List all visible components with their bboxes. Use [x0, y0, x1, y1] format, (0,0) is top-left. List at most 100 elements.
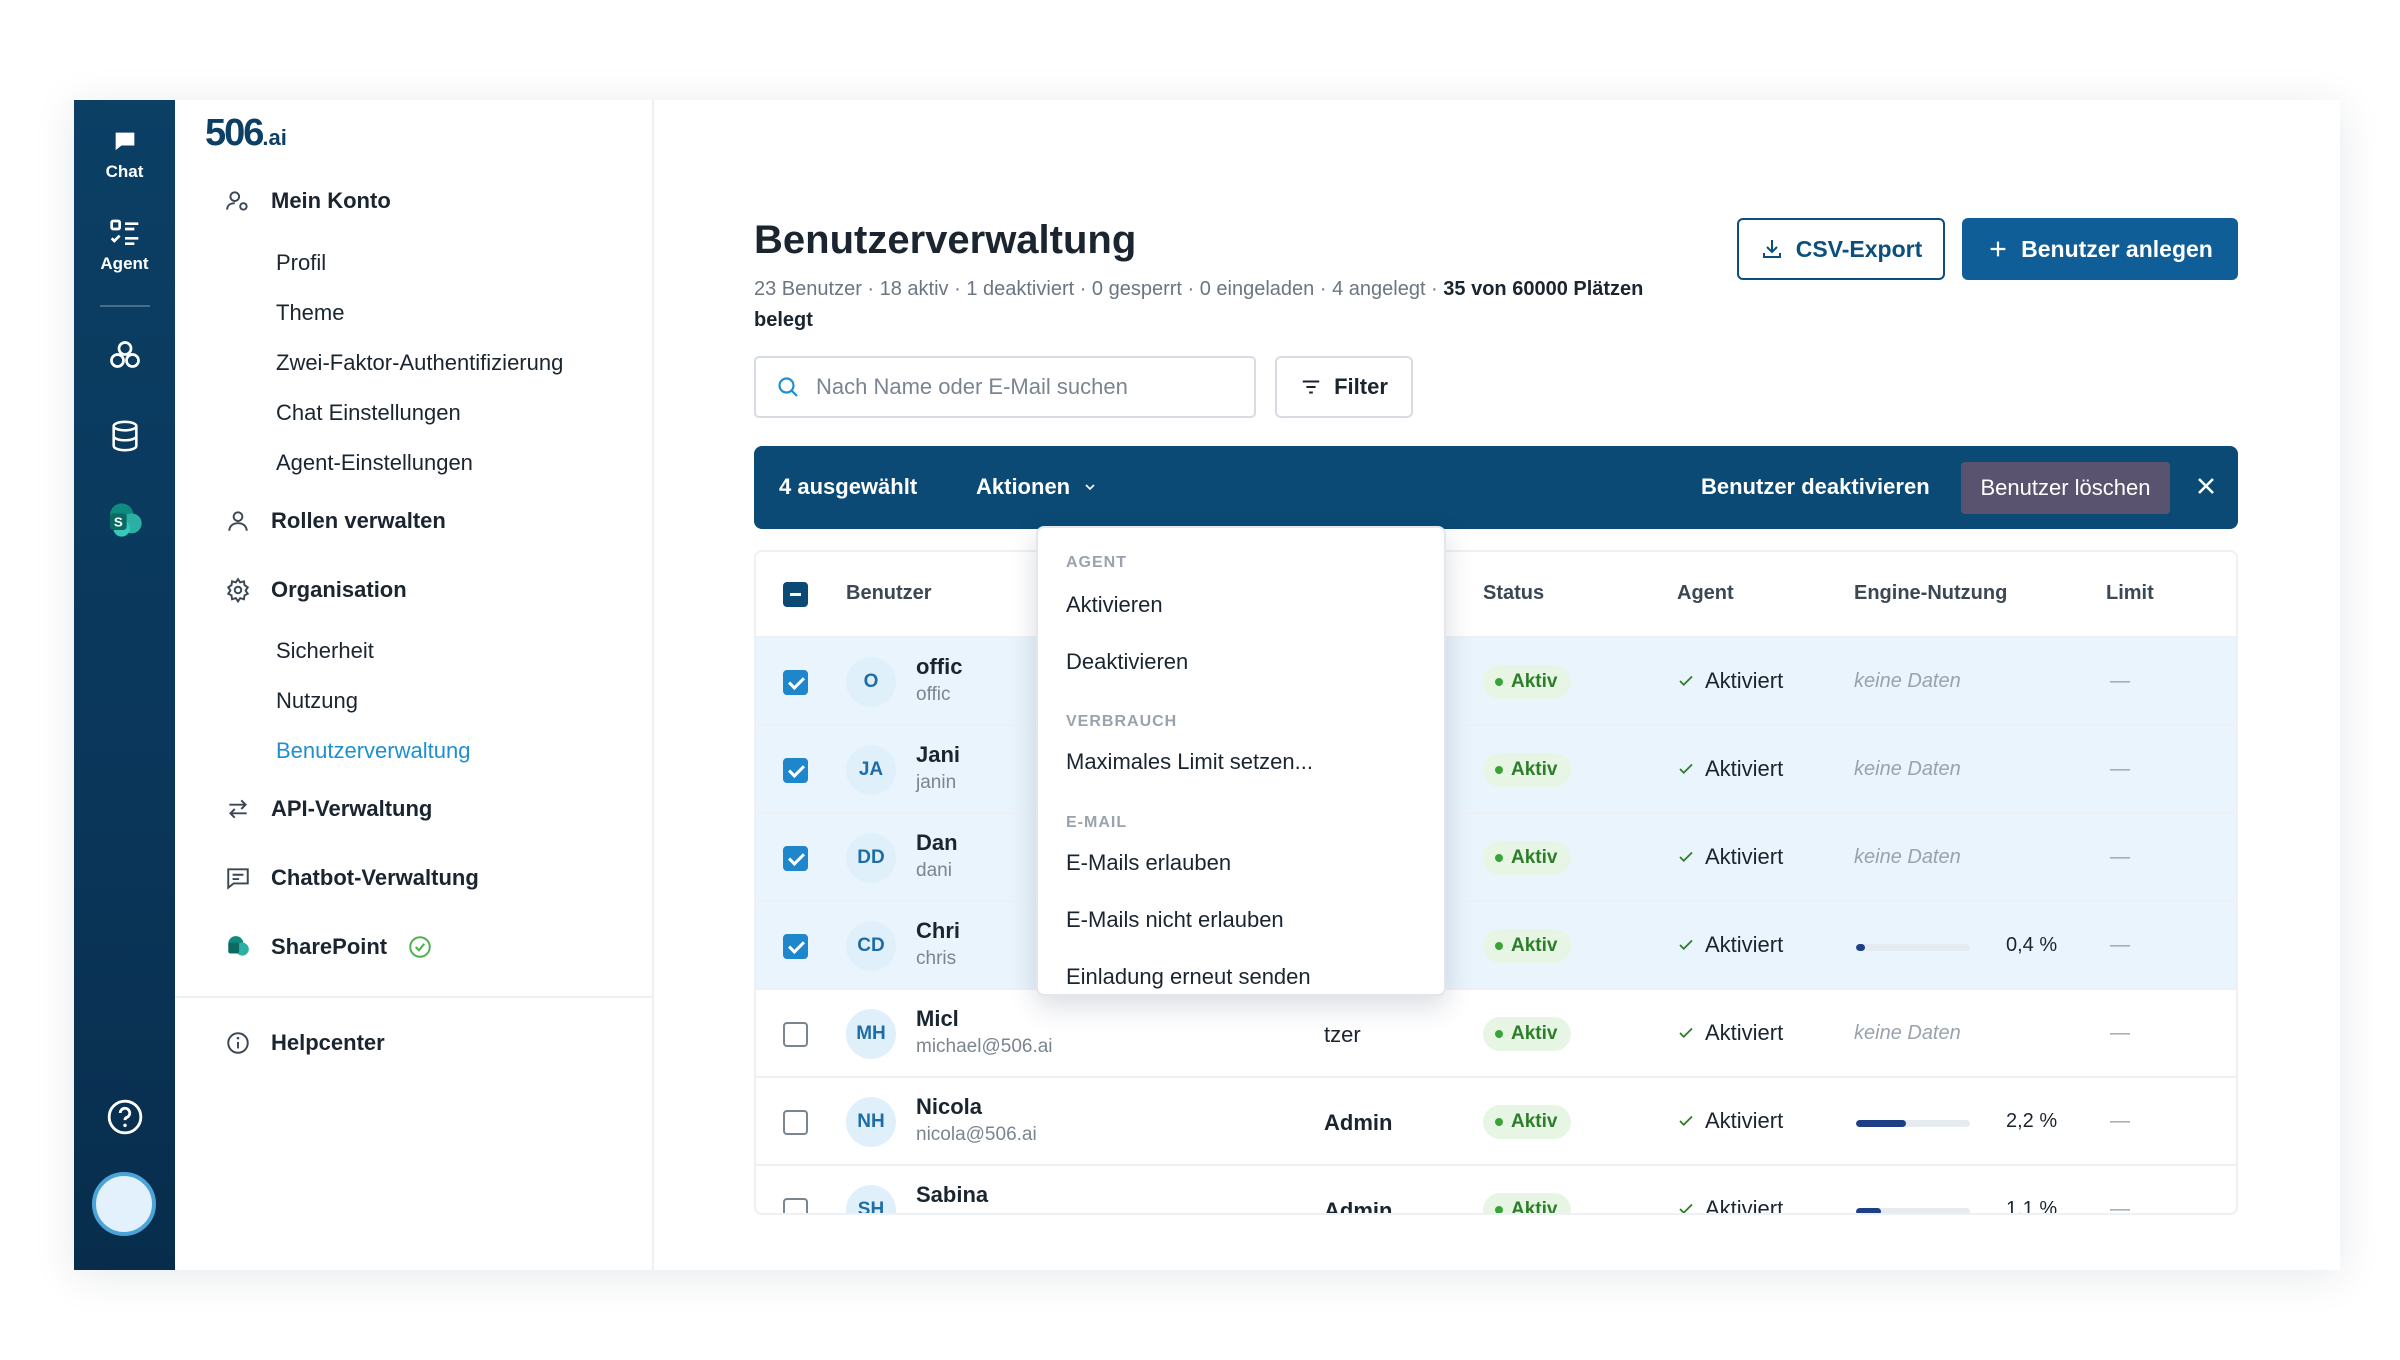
sidebar-section-sharepoint[interactable]: SharePoint: [225, 934, 433, 960]
rail-models-button[interactable]: [74, 338, 175, 374]
filter-button[interactable]: Filter: [1275, 356, 1413, 418]
user-role: tzer: [1324, 1022, 1361, 1047]
search-box: [754, 356, 1256, 418]
avatar: DD: [846, 833, 896, 883]
column-header-status[interactable]: Status: [1483, 582, 1544, 605]
row-checkbox[interactable]: [783, 1022, 808, 1047]
check-icon: [1679, 1027, 1693, 1039]
menu-item-resend-invite[interactable]: Einladung erneut senden: [1066, 964, 1311, 990]
rail-chat-button[interactable]: Chat: [74, 128, 175, 182]
agent-status-label: Aktiviert: [1705, 1196, 1784, 1215]
sidebar-item-theme[interactable]: Theme: [276, 300, 344, 326]
sidebar-section-rollen[interactable]: Rollen verwalten: [225, 508, 446, 534]
row-checkbox[interactable]: [783, 758, 808, 783]
arrows-swap-icon: [229, 799, 247, 819]
table-row[interactable]: MH Micl michael@506.ai tzer Aktiv Aktiviert ke…: [756, 990, 2236, 1078]
sidebar-item-profil[interactable]: Profil: [276, 250, 326, 276]
csv-export-label: CSV-Export: [1795, 235, 1923, 262]
menu-item-deactivate[interactable]: Deaktivieren: [1066, 649, 1188, 675]
info-icon: [227, 1032, 249, 1054]
table-row[interactable]: OofficoffictzerAktivAktiviertkeine Daten…: [756, 638, 2236, 726]
status-badge: Aktiv: [1483, 929, 1572, 963]
sidebar-section-helpcenter[interactable]: Helpcenter: [225, 1030, 385, 1056]
column-header-user[interactable]: Benutzer: [846, 582, 932, 605]
add-user-button[interactable]: Benutzer anlegen: [1962, 218, 2238, 280]
actions-dropdown[interactable]: Aktionen: [976, 474, 1098, 500]
usage-percent: 0,4 %: [2006, 934, 2058, 956]
sidebar-item-2fa[interactable]: Zwei-Faktor-Authentifizierung: [276, 350, 563, 376]
column-header-usage[interactable]: Engine-Nutzung: [1854, 582, 2007, 605]
menu-item-deny-mail[interactable]: E-Mails nicht erlauben: [1066, 907, 1284, 933]
user-name[interactable]: Chri: [916, 918, 960, 944]
user-limit: —: [2110, 758, 2130, 780]
clear-selection-button[interactable]: [2192, 472, 2220, 505]
sidebar-section-label: Chatbot-Verwaltung: [271, 865, 479, 890]
table-row[interactable]: SH Sabina sabina@506.ai Admin Aktiv Aktiviert…: [756, 1166, 2236, 1215]
usage-no-data: keine Daten: [1854, 846, 1961, 868]
agent-status: Aktiviert: [1677, 1196, 1784, 1215]
table-row[interactable]: DDDandaniinAktivAktiviertkeine Daten—: [756, 814, 2236, 902]
menu-item-activate[interactable]: Aktivieren: [1066, 592, 1163, 618]
table-row[interactable]: CDChrichrisinAktivAktiviert0,4 %—: [756, 902, 2236, 990]
agent-list-icon: [109, 219, 138, 245]
sidebar-item-benutzerverwaltung[interactable]: Benutzerverwaltung: [276, 738, 470, 764]
csv-export-button[interactable]: CSV-Export: [1737, 218, 1945, 280]
user-name[interactable]: offic: [916, 654, 962, 680]
menu-item-set-limit[interactable]: Maximales Limit setzen...: [1066, 749, 1313, 775]
sharepoint-icon: [228, 936, 249, 956]
table-row[interactable]: NH Nicola nicola@506.ai Admin Aktiv Aktiviert…: [756, 1078, 2236, 1166]
delete-users-button[interactable]: Benutzer löschen: [1961, 462, 2170, 514]
status-badge: Aktiv: [1483, 665, 1572, 699]
user-email: offic: [916, 684, 951, 705]
sidebar-section-mein-konto[interactable]: Mein Konto: [225, 188, 391, 214]
table-row[interactable]: JAJanijanininAktivAktiviertkeine Daten—: [756, 726, 2236, 814]
user-avatar[interactable]: [92, 1172, 156, 1236]
row-checkbox[interactable]: [783, 846, 808, 871]
sidebar-section-label: Rollen verwalten: [271, 508, 446, 533]
avatar: MH: [846, 1009, 896, 1059]
delete-users-label: Benutzer löschen: [1980, 475, 2151, 500]
user-limit: —: [2110, 1022, 2130, 1044]
rail-database-button[interactable]: [74, 418, 175, 454]
row-checkbox[interactable]: [783, 934, 808, 959]
status-badge: Aktiv: [1483, 1193, 1572, 1213]
user-name[interactable]: Micl: [916, 1006, 959, 1032]
rail-sharepoint-button[interactable]: S: [74, 500, 175, 540]
sidebar-item-sicherheit[interactable]: Sicherheit: [276, 638, 374, 664]
check-icon: [1679, 1203, 1693, 1213]
select-all-checkbox[interactable]: [783, 582, 808, 607]
sidebar-section-chatbot[interactable]: Chatbot-Verwaltung: [225, 865, 479, 891]
user-name[interactable]: Nicola: [916, 1094, 982, 1120]
avatar: CD: [846, 921, 896, 971]
usage-bar: [1856, 944, 1970, 951]
user-name[interactable]: Dan: [916, 830, 958, 856]
user-email: chris: [916, 948, 957, 969]
sidebar-section-organisation[interactable]: Organisation: [225, 577, 407, 603]
row-checkbox[interactable]: [783, 1198, 808, 1213]
column-header-agent[interactable]: Agent: [1677, 582, 1734, 605]
sidebar-section-api[interactable]: API-Verwaltung: [225, 796, 432, 822]
user-name[interactable]: Sabina: [916, 1182, 988, 1208]
rail-agent-label: Agent: [100, 254, 149, 273]
user-stats: 23 Benutzer · 18 aktiv · 1 deaktiviert ·…: [754, 274, 1674, 336]
row-checkbox[interactable]: [783, 1110, 808, 1135]
agent-status: Aktiviert: [1677, 932, 1783, 958]
sidebar-item-nutzung[interactable]: Nutzung: [276, 688, 358, 714]
brand-logo[interactable]: 506.ai: [205, 112, 287, 155]
sidebar-item-agent-settings[interactable]: Agent-Einstellungen: [276, 450, 473, 476]
sidebar-item-chat-settings[interactable]: Chat Einstellungen: [276, 400, 461, 426]
user-limit: —: [2110, 1110, 2130, 1132]
rail-help-button[interactable]: [74, 1098, 175, 1136]
rail-agent-button[interactable]: Agent: [74, 218, 175, 274]
stats-text: 23 Benutzer · 18 aktiv · 1 deaktiviert ·…: [754, 278, 1438, 300]
user-icon: [228, 511, 248, 531]
row-checkbox[interactable]: [783, 670, 808, 695]
svg-text:S: S: [113, 515, 122, 530]
user-limit: —: [2110, 934, 2130, 956]
menu-item-allow-mail[interactable]: E-Mails erlauben: [1066, 850, 1231, 876]
sidebar-section-label: Organisation: [271, 577, 407, 602]
search-input[interactable]: [816, 374, 1236, 400]
deactivate-users-button[interactable]: Benutzer deaktivieren: [1701, 474, 1930, 500]
user-name[interactable]: Jani: [916, 742, 960, 768]
column-header-limit[interactable]: Limit: [2106, 582, 2154, 605]
